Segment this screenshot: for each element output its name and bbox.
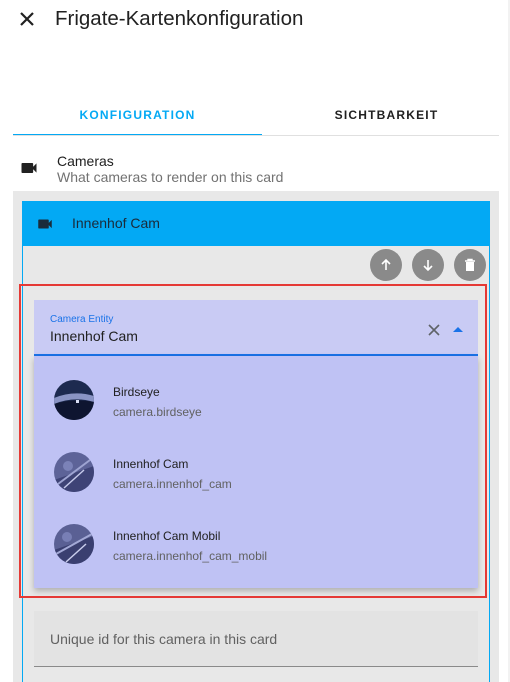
section-title: Cameras — [57, 153, 114, 169]
dialog-title: Frigate-Kartenkonfiguration — [55, 7, 304, 30]
tabs-divider — [13, 135, 499, 136]
video-camera-icon — [19, 158, 39, 178]
section-description: What cameras to render on this card — [57, 169, 284, 185]
highlight-box — [19, 284, 487, 598]
move-up-button[interactable] — [370, 249, 402, 281]
video-camera-icon — [35, 215, 55, 233]
unique-id-field[interactable] — [34, 611, 478, 667]
delete-camera-button[interactable] — [454, 249, 486, 281]
close-icon — [20, 12, 34, 26]
tab-configuration[interactable]: KONFIGURATION — [13, 96, 262, 136]
close-dialog-button[interactable] — [14, 6, 40, 32]
move-down-button[interactable] — [412, 249, 444, 281]
delete-icon — [465, 258, 475, 271]
unique-id-input[interactable] — [50, 630, 460, 648]
arrow-down-icon — [423, 260, 433, 272]
camera-row-innenhof[interactable]: Innenhof Cam — [22, 201, 490, 246]
camera-row-label: Innenhof Cam — [72, 215, 160, 231]
arrow-up-icon — [381, 258, 391, 270]
panel-border-right — [489, 246, 490, 682]
tab-visibility[interactable]: SICHTBARKEIT — [262, 96, 510, 134]
